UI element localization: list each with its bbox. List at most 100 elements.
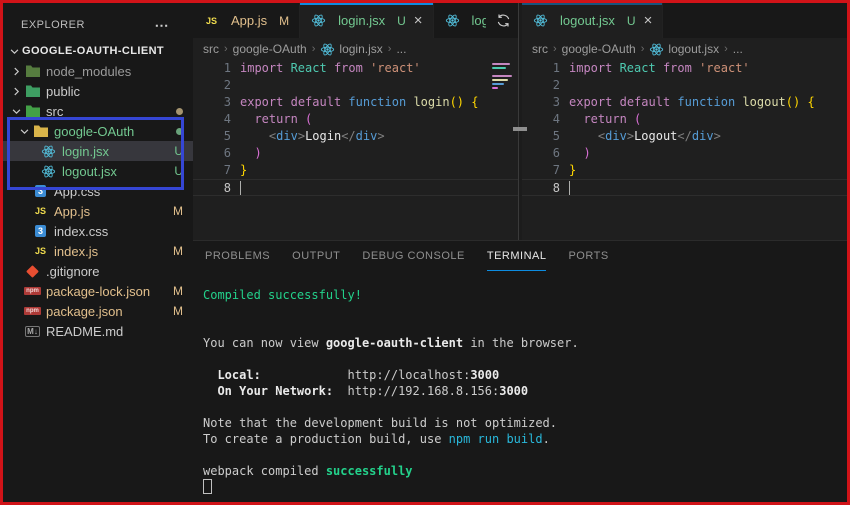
panel-tab-terminal[interactable]: TERMINAL	[486, 241, 547, 271]
tree-item-label: README.md	[46, 323, 124, 339]
git-status-badge: M	[279, 13, 290, 28]
tree-item-label: src	[46, 103, 64, 119]
tree-item-index.css[interactable]: 3 index.css	[3, 221, 193, 241]
breadcrumb-item[interactable]: ...	[733, 42, 743, 56]
terminal-line: Compiled successfully!	[203, 288, 362, 302]
npm-icon: npm	[24, 287, 41, 295]
tab-login.jsx[interactable]: login.jsx U ×	[300, 3, 434, 38]
tree-item-App.js[interactable]: JS App.js M	[3, 201, 193, 221]
chevron-down-icon	[12, 108, 21, 114]
tree-item-README.md[interactable]: M↓ README.md	[3, 321, 193, 341]
npm-icon: npm	[24, 307, 41, 315]
breadcrumb: src › google-OAuth › login.jsx ›...	[193, 38, 518, 60]
close-icon[interactable]: ×	[414, 13, 423, 28]
git-status-badge: U	[174, 164, 183, 178]
code-line: 3 export default function logout() {	[522, 94, 847, 111]
breadcrumb-item[interactable]: src	[203, 42, 219, 56]
code-editor[interactable]: 1 import React from 'react' 2 3 export d…	[522, 60, 847, 240]
git-status-badge: M	[173, 244, 183, 258]
tree-item-public[interactable]: public	[3, 81, 193, 101]
minimap[interactable]	[490, 61, 514, 91]
tree-item-src[interactable]: src	[3, 101, 193, 121]
line-number: 7	[552, 163, 560, 177]
tree-item-index.js[interactable]: JS index.js M	[3, 241, 193, 261]
line-number: 7	[223, 163, 231, 177]
code-line: 8	[522, 179, 847, 196]
tab-label: login.jsx	[338, 13, 386, 28]
tab-logout.jsx[interactable]: logout.jsx	[433, 3, 486, 38]
tree-item-GOOGLE-OAUTH-CLIENT[interactable]: GOOGLE-OAUTH-CLIENT	[3, 41, 193, 61]
line-number: 5	[552, 129, 560, 143]
chevron-right-icon	[14, 67, 20, 75]
tree-item-App.css[interactable]: 3 App.css	[3, 181, 193, 201]
panel-tab-problems[interactable]: PROBLEMS	[205, 241, 270, 271]
code-line: 4 return (	[193, 111, 518, 128]
editor-cursor	[569, 181, 570, 195]
tree-item-.gitignore[interactable]: .gitignore	[3, 261, 193, 281]
tree-item-label: google-OAuth	[54, 123, 135, 139]
git-status-badge: U	[626, 13, 636, 28]
folder-icon	[25, 105, 40, 117]
line-number: 8	[223, 181, 231, 195]
tree-item-logout.jsx[interactable]: logout.jsx U	[3, 161, 193, 181]
tree-item-label: App.js	[54, 203, 91, 219]
code-line: 6 )	[193, 145, 518, 162]
tree-item-google-OAuth[interactable]: google-OAuth	[3, 121, 193, 141]
panel-tab-debug-console[interactable]: DEBUG CONSOLE	[362, 241, 464, 271]
git-status-badge: U	[397, 13, 406, 28]
explorer-header: EXPLORER ⋯	[3, 3, 193, 41]
code-line: 1 import React from 'react'	[522, 60, 847, 77]
code-line: 7 }	[522, 162, 847, 179]
sash-handle[interactable]	[513, 127, 527, 131]
css-icon: 3	[35, 225, 46, 237]
breadcrumb-item[interactable]: google-OAuth	[233, 42, 307, 56]
code-line: 3 export default function login() {	[193, 94, 518, 111]
git-icon	[26, 264, 39, 278]
tree-item-node_modules[interactable]: node_modules	[3, 61, 193, 81]
breadcrumb-separator: ›	[311, 43, 316, 55]
terminal-output[interactable]: Compiled successfully! You can now view g…	[193, 271, 847, 496]
line-number: 6	[552, 146, 560, 160]
breadcrumb-item[interactable]: login.jsx	[320, 41, 383, 57]
react-icon	[321, 43, 335, 55]
code-line: 4 return (	[522, 111, 847, 128]
terminal-line: You can now view google-oauth-client in …	[203, 336, 579, 350]
editor-actions: ⋯	[486, 3, 518, 38]
react-icon	[445, 14, 459, 27]
breadcrumb-separator: ›	[724, 43, 728, 55]
open-changes-icon[interactable]	[496, 13, 511, 28]
line-number: 2	[223, 78, 231, 92]
git-status-dot	[176, 107, 183, 115]
more-actions-icon[interactable]: ⋯	[155, 17, 170, 34]
tree-item-package-lock.json[interactable]: npm package-lock.json M	[3, 281, 193, 301]
bottom-panel: PROBLEMS OUTPUT DEBUG CONSOLE TERMINAL PORTS…	[193, 240, 847, 502]
tree-item-label: GOOGLE-OAUTH-CLIENT	[22, 45, 165, 57]
panel-tab-output[interactable]: OUTPUT	[292, 241, 340, 271]
breadcrumb-item[interactable]: ...	[396, 42, 406, 56]
css-icon: 3	[35, 185, 46, 197]
file-tree: GOOGLE-OAUTH-CLIENT node_modules public …	[3, 41, 193, 341]
tab-label: logout.jsx	[560, 13, 615, 28]
terminal-line: webpack compiled successfully	[203, 464, 413, 478]
breadcrumb-item[interactable]: google-OAuth	[562, 42, 636, 56]
tab-logout.jsx[interactable]: logout.jsx U ×	[522, 3, 664, 38]
tree-item-package.json[interactable]: npm package.json M	[3, 301, 193, 321]
git-status-badge: M	[173, 304, 183, 318]
editor-group-right: logout.jsx U × src › google-OAuth › logout.jsx…	[522, 3, 847, 240]
javascript-icon: JS	[205, 15, 217, 26]
tab-label: logout.jsx	[471, 13, 486, 28]
close-icon[interactable]: ×	[644, 13, 653, 28]
editor-cursor	[240, 181, 241, 195]
code-line: 1 import React from 'react'	[193, 60, 518, 77]
tree-item-login.jsx[interactable]: login.jsx U	[3, 141, 193, 161]
line-number: 4	[223, 112, 231, 126]
folder-icon	[33, 125, 48, 137]
breadcrumb-item[interactable]: src	[532, 42, 548, 56]
panel-tab-ports[interactable]: PORTS	[568, 241, 608, 271]
markdown-icon: M↓	[25, 325, 40, 337]
code-editor[interactable]: 1 import React from 'react' 2 3 export d…	[193, 60, 518, 240]
tab-App.js[interactable]: JS App.js M	[193, 3, 301, 38]
git-status-dot	[176, 127, 183, 135]
breadcrumb-item[interactable]: logout.jsx	[649, 41, 719, 57]
